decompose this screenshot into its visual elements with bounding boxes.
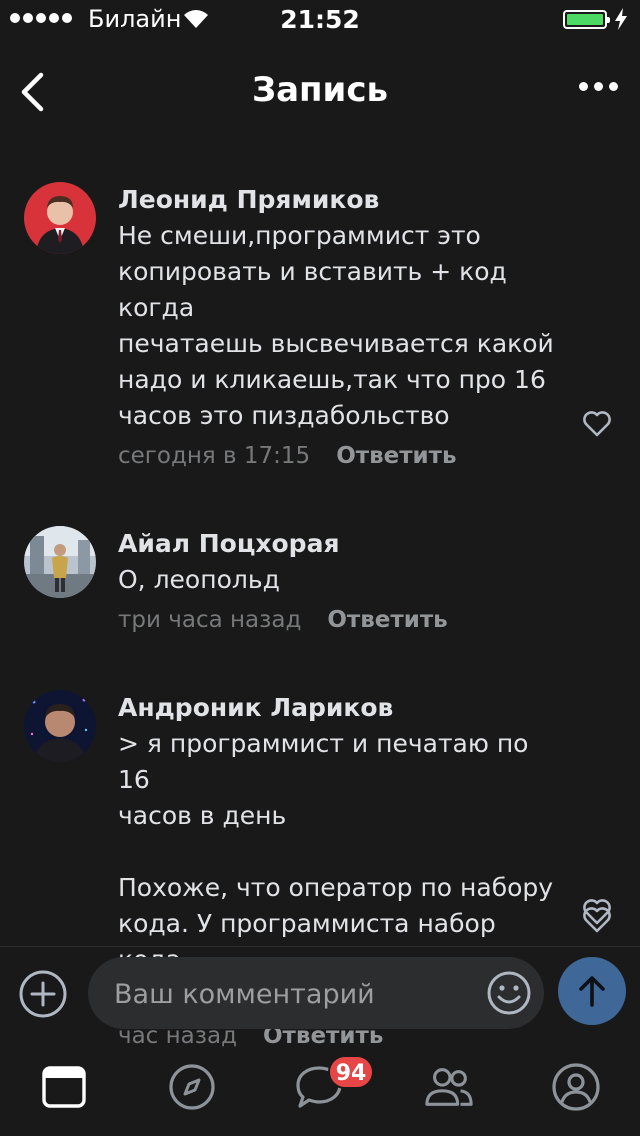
emoji-button[interactable] [486,970,532,1016]
comment-input-wrapper [88,957,544,1031]
charging-icon [615,8,627,30]
compass-icon [169,1064,215,1110]
tab-profile[interactable] [551,1062,601,1112]
tab-news[interactable] [39,1062,89,1112]
feed-icon [42,1066,86,1108]
friends-icon [425,1068,473,1106]
comment: Айал Поцхорая О, леопольд три часа назад… [0,478,640,925]
tab-friends[interactable] [424,1062,474,1112]
status-time: 21:52 [280,5,360,34]
comment-author[interactable]: Андроник Лариков [118,690,560,726]
battery-icon [563,10,610,29]
tab-bar [0,1036,640,1136]
reply-button[interactable]: Ответить [327,607,447,633]
comment-list: Леонид Прямиков Не смеши,программист это… [0,144,640,1058]
avatar[interactable] [24,182,96,254]
avatar[interactable] [24,526,96,598]
arrow-up-icon [579,976,605,1007]
status-bar: Билайн 21:52 [0,0,640,40]
more-button[interactable] [579,82,618,91]
comment-author[interactable]: Айал Поцхорая [118,526,560,562]
comment-meta: три часа назад Ответить [118,598,560,642]
tab-explore[interactable] [167,1062,217,1112]
comment-text: О, леопольд [118,565,280,594]
profile-icon [552,1063,600,1111]
comment-author[interactable]: Леонид Прямиков [118,182,560,218]
add-attachment-button[interactable] [18,969,68,1019]
send-button[interactable] [558,957,626,1025]
comment-time: сегодня в 17:15 [118,443,311,469]
heart-icon[interactable] [582,410,612,438]
avatar[interactable] [24,690,96,762]
comment-input[interactable] [112,957,476,1031]
messages-badge: 94 [328,1055,374,1089]
heart-icon[interactable] [582,906,612,934]
reply-button[interactable]: Ответить [336,443,456,469]
comment: Леонид Прямиков Не смеши,программист это… [0,144,640,478]
page-title: Запись [251,70,389,110]
comment-meta: сегодня в 17:15 Ответить [118,434,560,478]
comment-composer [0,946,640,1037]
navigation-bar: Запись [0,40,640,144]
comment-text: Не смеши,программист это копировать и вс… [118,221,554,430]
comment-time: три часа назад [118,607,302,633]
more-horizontal-icon [579,82,588,91]
